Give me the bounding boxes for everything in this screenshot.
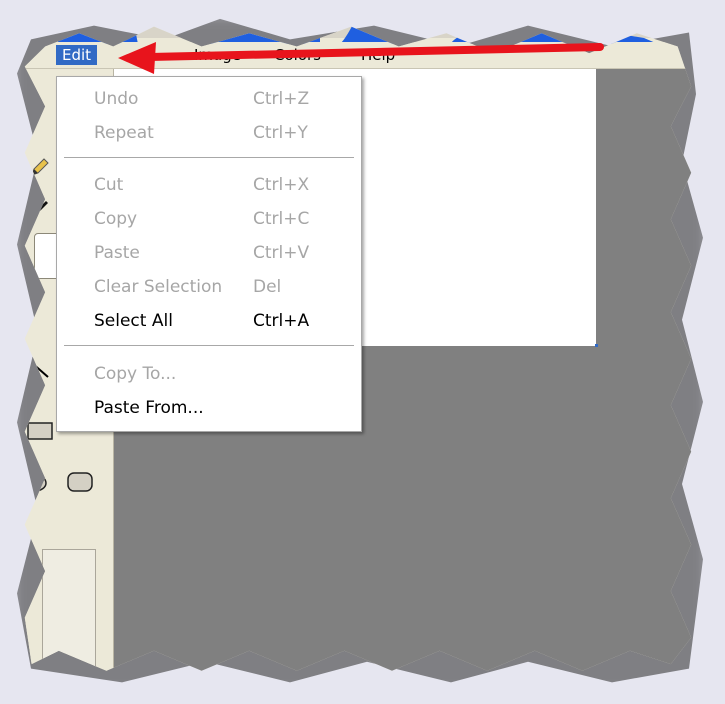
- menu-separator: [64, 345, 354, 347]
- menu-item-repeat[interactable]: Repeat Ctrl+Y: [57, 118, 361, 148]
- edit-menu-dropdown: Undo Ctrl+Z Repeat Ctrl+Y Cut Ctrl+X Cop…: [56, 76, 362, 432]
- menu-item-label: Copy To...: [94, 364, 177, 384]
- menu-help[interactable]: Help: [355, 45, 401, 65]
- menu-item-shortcut: Ctrl+A: [253, 311, 310, 331]
- menu-item-copy[interactable]: Copy Ctrl+C: [57, 204, 361, 234]
- menu-separator: [64, 157, 354, 159]
- menu-item-label: Select All: [94, 311, 173, 331]
- menu-edit[interactable]: Edit: [56, 45, 98, 65]
- menu-item-undo[interactable]: Undo Ctrl+Z: [57, 84, 361, 114]
- rounded-rectangle-icon[interactable]: [66, 471, 94, 493]
- menu-item-clear-selection[interactable]: Clear Selection Del: [57, 272, 361, 302]
- menu-item-label: Repeat: [94, 123, 154, 143]
- menu-item-label: Paste From...: [94, 398, 204, 418]
- menu-item-label: Paste: [94, 243, 140, 263]
- menu-item-cut[interactable]: Cut Ctrl+X: [57, 170, 361, 200]
- tool-options-box[interactable]: [42, 549, 96, 671]
- menu-item-shortcut: Ctrl+X: [253, 175, 310, 195]
- menu-item-shortcut: Ctrl+V: [253, 243, 310, 263]
- rectangle-icon[interactable]: [26, 421, 54, 441]
- menu-item-shortcut: Del: [253, 277, 282, 297]
- menu-item-shortcut: Ctrl+C: [253, 209, 310, 229]
- menu-colors[interactable]: Colors: [268, 45, 327, 65]
- menu-item-label: Clear Selection: [94, 277, 223, 297]
- menu-item-label: Cut: [94, 175, 124, 195]
- pencil-icon[interactable]: [28, 157, 50, 179]
- menu-item-label: Copy: [94, 209, 138, 229]
- canvas-resize-handle[interactable]: [595, 344, 598, 347]
- menu-item-select-all[interactable]: Select All Ctrl+A: [57, 306, 361, 336]
- menu-item-shortcut: Ctrl+Z: [253, 89, 310, 109]
- menu-image[interactable]: Image: [188, 45, 247, 65]
- menu-item-copy-to[interactable]: Copy To...: [57, 359, 361, 389]
- menu-item-shortcut: Ctrl+Y: [253, 123, 308, 143]
- menu-item-paste[interactable]: Paste Ctrl+V: [57, 238, 361, 268]
- screenshot-frame: Edit w Image Colors Help Undo Ctrl+Z Rep…: [0, 0, 725, 704]
- menu-view[interactable]: w: [128, 45, 152, 65]
- menu-item-paste-from[interactable]: Paste From...: [57, 393, 361, 423]
- menu-item-label: Undo: [94, 89, 139, 109]
